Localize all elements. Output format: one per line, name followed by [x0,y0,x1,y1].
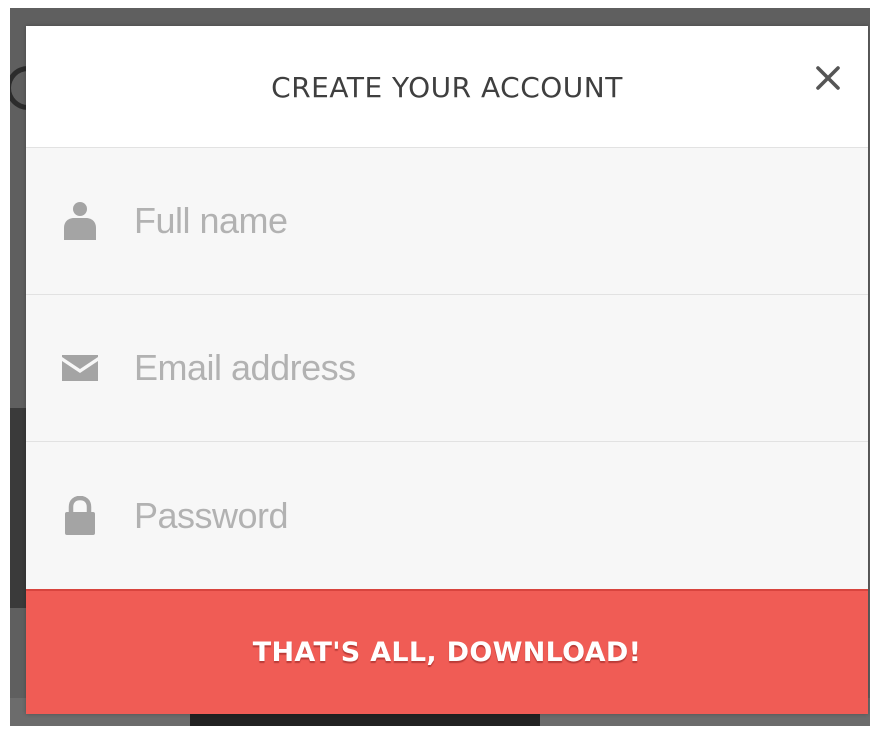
download-submit-button[interactable]: THAT'S ALL, DOWNLOAD! [26,589,868,714]
signup-modal: CREATE YOUR ACCOUNT Full name Email addr… [26,26,868,714]
close-icon [816,66,840,90]
password-input[interactable] [134,490,848,541]
user-icon [60,199,100,243]
modal-title: CREATE YOUR ACCOUNT [271,71,623,104]
modal-header: CREATE YOUR ACCOUNT [26,26,868,148]
email-input[interactable] [134,343,848,393]
envelope-icon [60,346,100,390]
lock-icon [60,494,100,538]
email-row [26,295,868,442]
full-name-row [26,148,868,295]
password-row [26,442,868,589]
close-button[interactable] [806,56,850,100]
background-page-strip [10,408,26,608]
full-name-input[interactable] [134,196,848,246]
